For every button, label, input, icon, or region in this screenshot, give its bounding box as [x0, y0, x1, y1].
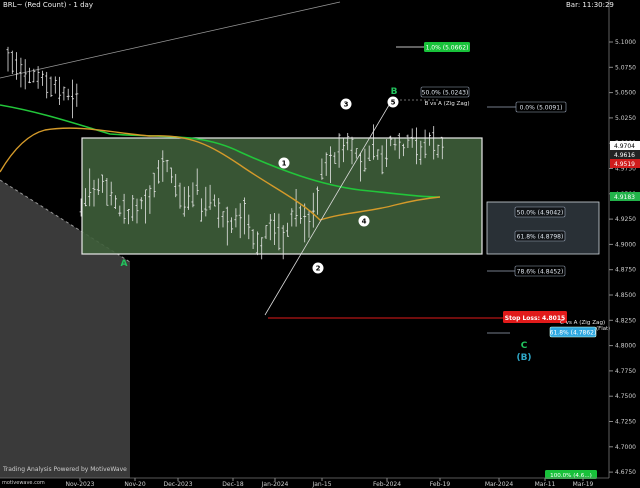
price-tick-label: 4.9250	[615, 216, 636, 223]
fib-top-label: 1.0% (5.0662)	[426, 45, 469, 52]
date-tick-label: Jan-2024	[261, 481, 289, 488]
price-tick-label: 4.8500	[615, 292, 636, 299]
wave-1-label: 1	[282, 160, 287, 168]
price-tick-label: 5.0500	[615, 90, 636, 97]
price-tag-label: 4.9704	[614, 143, 635, 150]
price-tick-label: 4.8000	[615, 343, 636, 350]
date-tick-label: Feb-19	[430, 481, 451, 488]
footer-credit: Trading Analysis Powered by MotiveWave	[3, 466, 127, 473]
wave-3-label: 3	[344, 101, 349, 109]
date-tick-label: Dec-18	[222, 481, 244, 488]
date-tick-label: Mar-2024	[485, 481, 514, 488]
price-tag-label: 4.9616	[614, 152, 635, 159]
wave-4-label: 4	[362, 218, 367, 226]
c-flat-label: (Flat)	[596, 326, 610, 332]
date-tick-label: Jan-15	[311, 481, 331, 488]
stop-loss-label: Stop Loss: 4.8015	[505, 315, 565, 322]
price-tick-label: 5.0750	[615, 64, 636, 71]
wave-c-alt-label: (B)	[516, 353, 531, 363]
price-tick-label: 4.8250	[615, 317, 636, 324]
price-tick-label: 4.7000	[615, 444, 636, 451]
bar-time: Bar: 11:30:29	[566, 1, 614, 9]
fib-c-label: 61.8% (4.7862)	[550, 330, 597, 337]
price-tick-label: 4.6750	[615, 469, 636, 476]
footer-site: motivewave.com	[2, 480, 45, 486]
fib-50-label: 50.0% (4.9042)	[517, 210, 564, 217]
date-tick-label: Mar-11	[535, 481, 556, 488]
price-tick-label: 4.9000	[615, 241, 636, 248]
price-chart[interactable]: 1.0% (5.0662) 50.0% (5.0243) B vs A (Zig…	[0, 0, 640, 488]
price-tick-label: 4.7250	[615, 419, 636, 426]
date-tick-label: Feb-2024	[373, 481, 401, 488]
fib-0-label: 0.0% (5.0091)	[520, 105, 563, 112]
date-tick-label: Nov-20	[124, 481, 146, 488]
fib-786-label: 78.6% (4.8452)	[517, 269, 564, 276]
date-tick-label: Nov-2023	[66, 481, 95, 488]
wave-a-label: A	[121, 259, 128, 269]
chart-title: BRL~ (Red Count) - 1 day	[3, 1, 93, 9]
price-tick-label: 5.0250	[615, 115, 636, 122]
fib-618-label: 61.8% (4.8798)	[517, 234, 564, 241]
price-tag-label: 4.9519	[614, 161, 635, 168]
price-tick-label: 4.8750	[615, 267, 636, 274]
date-tick-label: Mar-19	[573, 481, 594, 488]
wave-5-label: 5	[391, 99, 396, 107]
price-tick-label: 5.1000	[615, 39, 636, 46]
wave-b-label: B	[391, 87, 398, 97]
price-tick-label: 4.7500	[615, 393, 636, 400]
fib-b-label: 50.0% (5.0243)	[422, 90, 469, 97]
price-tag-label: 4.9183	[614, 194, 635, 201]
wave-2-label: 2	[316, 265, 321, 273]
date-tick-label: Dec-2023	[163, 481, 192, 488]
price-tick-label: 4.7750	[615, 368, 636, 375]
wave-c-label: C	[521, 341, 528, 351]
b-vs-a-label: B vs A (Zig Zag)	[424, 101, 469, 107]
